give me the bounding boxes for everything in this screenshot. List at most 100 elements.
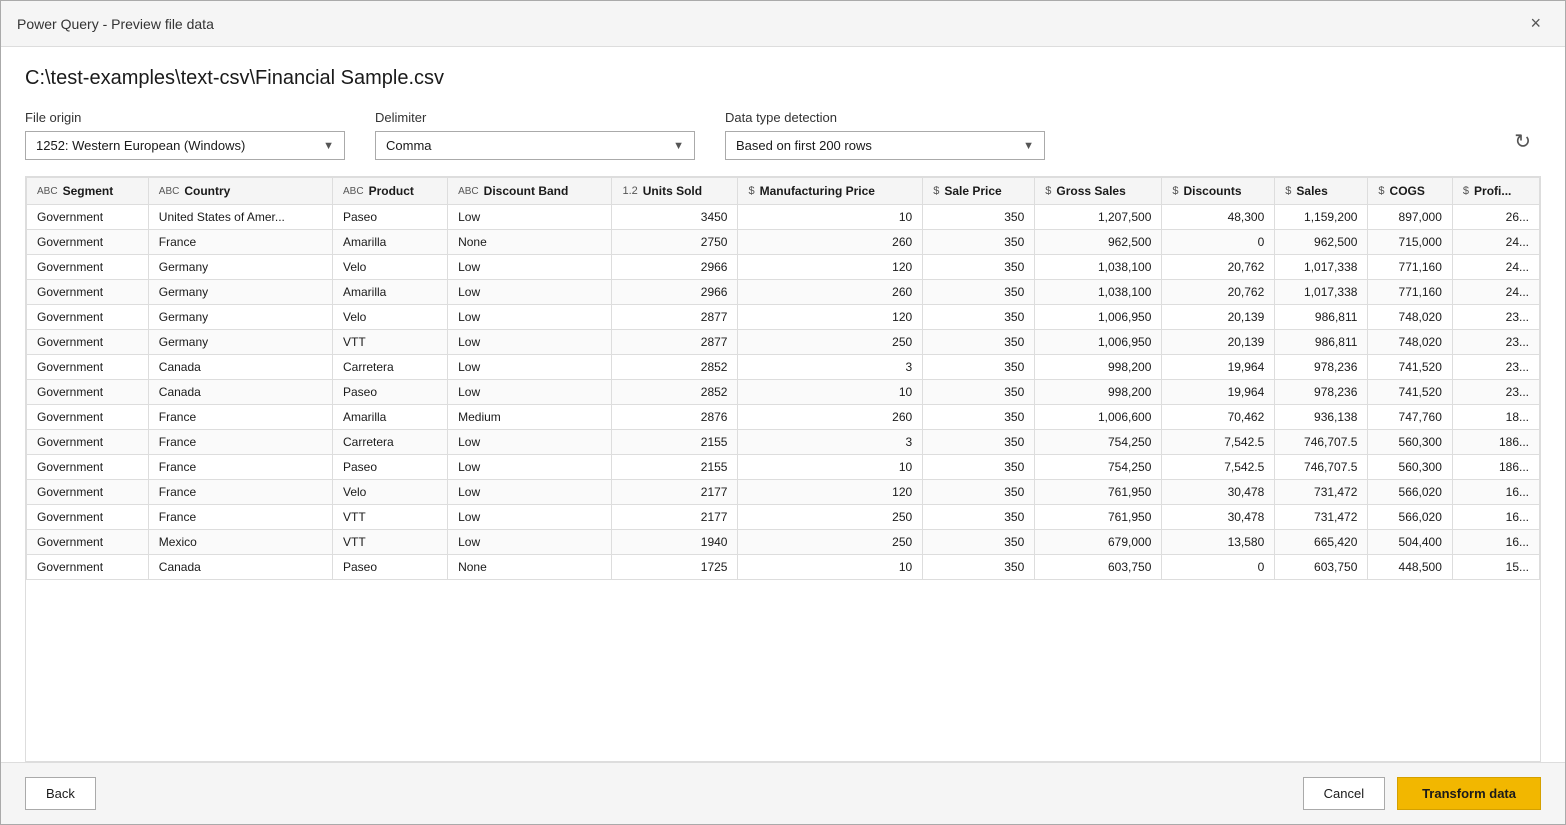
table-cell: Velo	[333, 305, 448, 330]
table-cell: 448,500	[1368, 555, 1452, 580]
table-cell: 754,250	[1035, 455, 1162, 480]
table-cell: Government	[27, 205, 149, 230]
data-type-dropdown[interactable]: Based on first 200 rows ▼	[725, 131, 1045, 160]
table-cell: 186...	[1452, 430, 1539, 455]
table-cell: Low	[448, 455, 612, 480]
table-cell: Velo	[333, 255, 448, 280]
table-cell: VTT	[333, 330, 448, 355]
refresh-button[interactable]: ↻	[1504, 123, 1541, 160]
table-cell: 504,400	[1368, 530, 1452, 555]
table-cell: VTT	[333, 505, 448, 530]
table-cell: 10	[738, 555, 923, 580]
transform-data-button[interactable]: Transform data	[1397, 777, 1541, 810]
table-cell: 2750	[612, 230, 738, 255]
table-row: GovernmentCanadaCarreteraLow28523350998,…	[27, 355, 1540, 380]
table-cell: 665,420	[1275, 530, 1368, 555]
table-cell: None	[448, 555, 612, 580]
table-cell: 748,020	[1368, 330, 1452, 355]
table-cell: 1,207,500	[1035, 205, 1162, 230]
table-cell: 731,472	[1275, 480, 1368, 505]
table-cell: 1,017,338	[1275, 255, 1368, 280]
table-cell: Low	[448, 305, 612, 330]
table-cell: 260	[738, 405, 923, 430]
discounts-col-type-icon: $	[1172, 185, 1178, 197]
table-cell: 120	[738, 255, 923, 280]
table-cell: France	[148, 430, 332, 455]
country-col-type-icon: ABC	[159, 186, 180, 197]
table-cell: 2877	[612, 330, 738, 355]
table-cell: 3	[738, 355, 923, 380]
table-cell: Low	[448, 505, 612, 530]
table-row: GovernmentGermanyVeloLow29661203501,038,…	[27, 255, 1540, 280]
table-row: GovernmentCanadaPaseoLow285210350998,200…	[27, 380, 1540, 405]
table-row: GovernmentFranceVTTLow2177250350761,9503…	[27, 505, 1540, 530]
table-cell: 350	[923, 330, 1035, 355]
table-cell: Low	[448, 355, 612, 380]
table-cell: Paseo	[333, 555, 448, 580]
delimiter-dropdown[interactable]: Comma ▼	[375, 131, 695, 160]
table-cell: 23...	[1452, 355, 1539, 380]
table-cell: 20,139	[1162, 330, 1275, 355]
discount-band-col-header: ABCDiscount Band	[448, 178, 612, 205]
table-row: GovernmentFranceVeloLow2177120350761,950…	[27, 480, 1540, 505]
table-cell: 746,707.5	[1275, 430, 1368, 455]
table-cell: 350	[923, 355, 1035, 380]
table-cell: France	[148, 405, 332, 430]
back-button[interactable]: Back	[25, 777, 96, 810]
table-cell: 761,950	[1035, 480, 1162, 505]
delimiter-label: Delimiter	[375, 110, 695, 125]
table-cell: 748,020	[1368, 305, 1452, 330]
table-cell: 350	[923, 280, 1035, 305]
product-col-header: ABCProduct	[333, 178, 448, 205]
sales-col-label: Sales	[1296, 184, 1327, 198]
table-cell: 962,500	[1035, 230, 1162, 255]
sales-col-header: $Sales	[1275, 178, 1368, 205]
table-cell: Canada	[148, 555, 332, 580]
segment-col-label: Segment	[63, 184, 114, 198]
table-row: GovernmentFrancePaseoLow215510350754,250…	[27, 455, 1540, 480]
table-cell: Low	[448, 430, 612, 455]
cogs-col-label: COGS	[1390, 184, 1425, 198]
table-cell: France	[148, 480, 332, 505]
options-row: File origin 1252: Western European (Wind…	[25, 110, 1541, 160]
sale-price-col-label: Sale Price	[944, 184, 1001, 198]
table-cell: 7,542.5	[1162, 430, 1275, 455]
table-cell: Germany	[148, 280, 332, 305]
table-cell: Velo	[333, 480, 448, 505]
cogs-col-type-icon: $	[1378, 185, 1384, 197]
file-origin-dropdown[interactable]: 1252: Western European (Windows) ▼	[25, 131, 345, 160]
data-type-group: Data type detection Based on first 200 r…	[725, 110, 1045, 160]
table-cell: Government	[27, 430, 149, 455]
mfg-price-col-type-icon: $	[748, 185, 754, 197]
units-sold-col-label: Units Sold	[643, 184, 702, 198]
table-cell: 13,580	[1162, 530, 1275, 555]
table-cell: 1940	[612, 530, 738, 555]
table-cell: 962,500	[1275, 230, 1368, 255]
data-table-container[interactable]: ABCSegmentABCCountryABCProductABCDiscoun…	[25, 176, 1541, 762]
table-cell: 2877	[612, 305, 738, 330]
table-cell: Amarilla	[333, 230, 448, 255]
cancel-button[interactable]: Cancel	[1303, 777, 1385, 810]
table-cell: Government	[27, 555, 149, 580]
table-cell: 0	[1162, 555, 1275, 580]
table-cell: Carretera	[333, 430, 448, 455]
dialog: Power Query - Preview file data × C:\tes…	[0, 0, 1566, 825]
product-col-label: Product	[369, 184, 414, 198]
table-cell: 30,478	[1162, 505, 1275, 530]
table-cell: Germany	[148, 255, 332, 280]
table-cell: 16...	[1452, 530, 1539, 555]
table-cell: 120	[738, 305, 923, 330]
close-button[interactable]: ×	[1522, 11, 1549, 36]
delimiter-value: Comma	[386, 138, 663, 153]
table-row: GovernmentFranceCarreteraLow21553350754,…	[27, 430, 1540, 455]
table-cell: 771,160	[1368, 280, 1452, 305]
table-cell: 26...	[1452, 205, 1539, 230]
table-cell: 1,006,950	[1035, 330, 1162, 355]
table-cell: 350	[923, 455, 1035, 480]
table-cell: Mexico	[148, 530, 332, 555]
table-cell: 2876	[612, 405, 738, 430]
file-origin-chevron-icon: ▼	[323, 140, 334, 152]
table-cell: 186...	[1452, 455, 1539, 480]
table-row: GovernmentFranceAmarillaNone275026035096…	[27, 230, 1540, 255]
gross-sales-col-label: Gross Sales	[1056, 184, 1125, 198]
